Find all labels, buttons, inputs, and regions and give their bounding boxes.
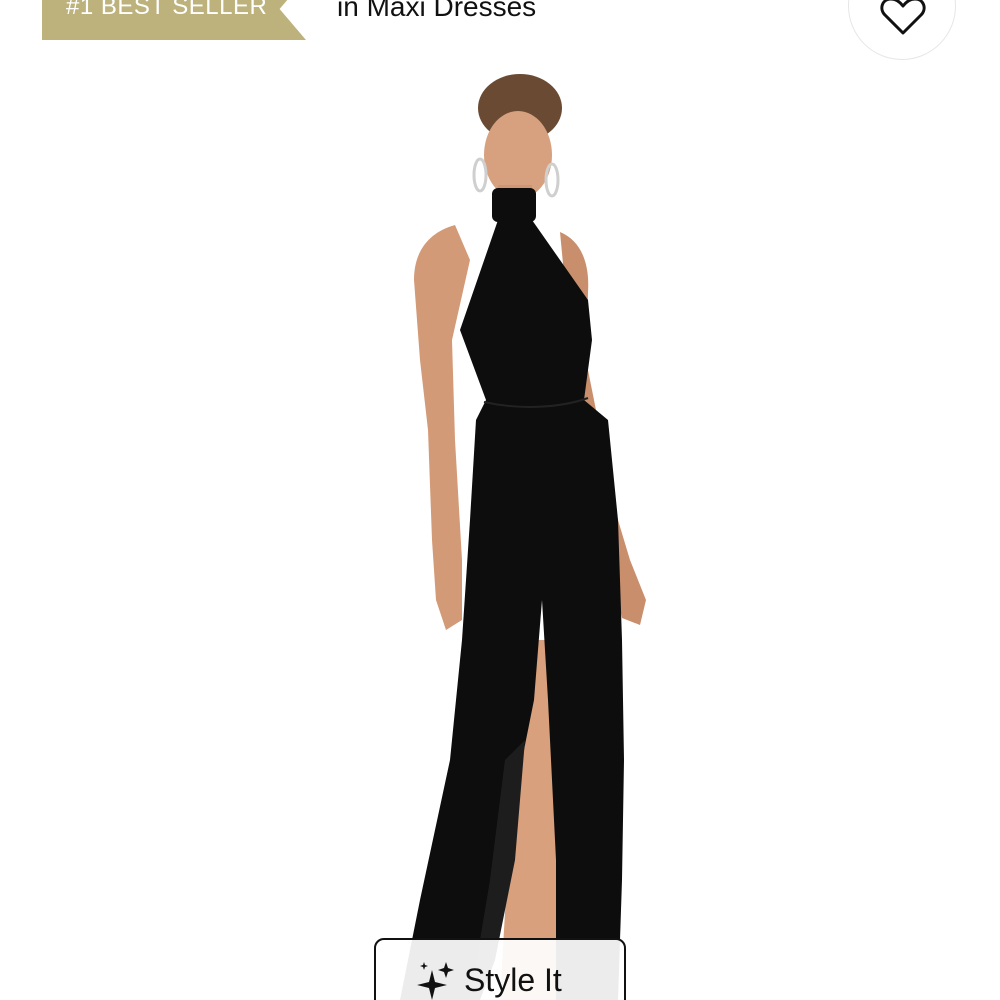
heart-icon (880, 0, 926, 35)
wishlist-button[interactable] (848, 0, 956, 60)
sparkles-icon (417, 962, 454, 1000)
style-it-button[interactable]: Style It (374, 938, 626, 1000)
style-it-label: Style It (464, 962, 562, 998)
best-seller-label: #1 BEST SELLER (66, 0, 268, 20)
dress-collar (492, 188, 536, 222)
product-page: #1 BEST SELLER in Maxi Dresses Style It (0, 0, 1000, 1000)
product-image[interactable] (0, 60, 1000, 1000)
model-arms (414, 225, 470, 630)
category-link[interactable]: in Maxi Dresses (337, 0, 536, 24)
